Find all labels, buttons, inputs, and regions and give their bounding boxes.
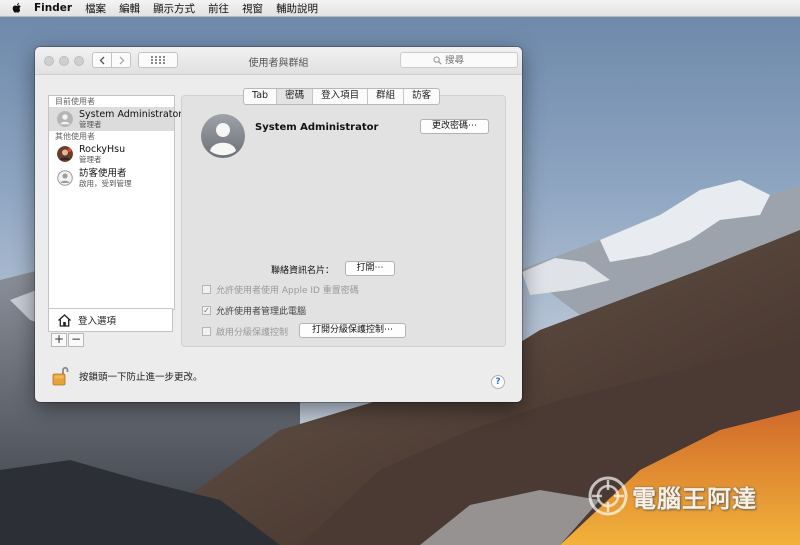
login-options-label: 登入選項	[78, 316, 117, 327]
tab-guest[interactable]: 訪客	[404, 89, 439, 104]
unlocked-padlock-icon[interactable]	[52, 365, 69, 387]
reset-with-apple-id-option: 允許使用者使用 Apple ID 重置密碼	[202, 283, 359, 296]
menu-go[interactable]: 前往	[208, 1, 229, 16]
open-contact-card-button[interactable]: 打開⋯	[345, 261, 395, 276]
user-silhouette-icon	[57, 111, 73, 127]
reset-with-apple-id-label: 允許使用者使用 Apple ID 重置密碼	[216, 286, 359, 296]
tab-bar: Tab 密碼 登入項目 群組 訪客	[243, 88, 441, 105]
users-groups-window: 使用者與群組 目前使用者 System Administrator 管理者 其他…	[35, 47, 522, 402]
user-row-rockyhsu[interactable]: RockyHsu 管理者	[49, 142, 174, 166]
apple-logo-icon[interactable]	[10, 1, 24, 15]
reset-with-apple-id-checkbox[interactable]	[202, 285, 211, 294]
menu-bar: Finder 檔案 編輯 顯示方式 前往 視窗 輔助說明	[0, 0, 800, 17]
other-users-label: 其他使用者	[55, 132, 95, 141]
user-name: System Administrator	[79, 108, 183, 120]
search-field[interactable]	[400, 52, 518, 68]
parental-controls-option: 啟用分級保護控制	[202, 325, 288, 338]
user-full-name: System Administrator	[255, 122, 379, 133]
menu-help[interactable]: 輔助說明	[276, 1, 318, 16]
parental-controls-label: 啟用分級保護控制	[216, 328, 289, 338]
user-role: 啟用，受到管理	[79, 178, 132, 188]
search-icon	[433, 55, 442, 65]
site-watermark: 電腦王阿達	[588, 476, 757, 516]
menu-window[interactable]: 視窗	[242, 1, 263, 16]
tab-login-items[interactable]: 登入項目	[313, 89, 369, 104]
allow-admin-label: 允許使用者管理此電腦	[216, 307, 307, 317]
add-user-button[interactable]: +	[51, 333, 67, 347]
tab-password[interactable]: 密碼	[277, 89, 314, 104]
watermark-logo-icon	[588, 476, 628, 516]
title-bar: 使用者與群組	[35, 47, 522, 75]
user-role: 管理者	[79, 119, 102, 129]
menu-view[interactable]: 顯示方式	[153, 1, 195, 16]
user-row-system-administrator[interactable]: System Administrator 管理者	[49, 107, 182, 131]
guest-user-icon	[57, 170, 73, 186]
menu-finder[interactable]: Finder	[34, 2, 72, 14]
lock-message: 按鎖頭一下防止進一步更改。	[79, 372, 203, 383]
tab-groups[interactable]: 群組	[368, 89, 405, 104]
login-options-item[interactable]: 登入選項	[48, 308, 173, 332]
lock-area: 按鎖頭一下防止進一步更改。	[52, 365, 203, 387]
menu-file[interactable]: 檔案	[85, 1, 106, 16]
user-role: 管理者	[79, 154, 102, 164]
open-parental-controls-button[interactable]: 打開分級保護控制⋯	[299, 323, 406, 338]
user-list: 目前使用者 System Administrator 管理者 其他使用者 Roc…	[48, 95, 182, 310]
user-picture-avatar[interactable]	[201, 114, 245, 158]
search-input[interactable]	[445, 54, 485, 66]
menu-edit[interactable]: 編輯	[119, 1, 140, 16]
user-row-guest[interactable]: 訪客使用者 啟用，受到管理	[49, 166, 174, 190]
watermark-text: 電腦王阿達	[632, 484, 757, 513]
tab-tab[interactable]: Tab	[244, 89, 278, 104]
current-users-label: 目前使用者	[55, 97, 95, 106]
house-icon	[58, 313, 71, 327]
allow-admin-option: ✓ 允許使用者管理此電腦	[202, 304, 306, 317]
user-name: 訪客使用者	[79, 167, 127, 179]
change-password-button[interactable]: 更改密碼⋯	[420, 119, 489, 134]
user-photo-avatar	[57, 146, 73, 162]
parental-controls-checkbox[interactable]	[202, 327, 211, 336]
allow-admin-checkbox[interactable]: ✓	[202, 306, 211, 315]
help-button[interactable]: ?	[491, 375, 505, 389]
contact-card-label: 聯絡資訊名片：	[271, 266, 335, 276]
user-name: RockyHsu	[79, 143, 126, 155]
remove-user-button[interactable]: −	[68, 333, 84, 347]
